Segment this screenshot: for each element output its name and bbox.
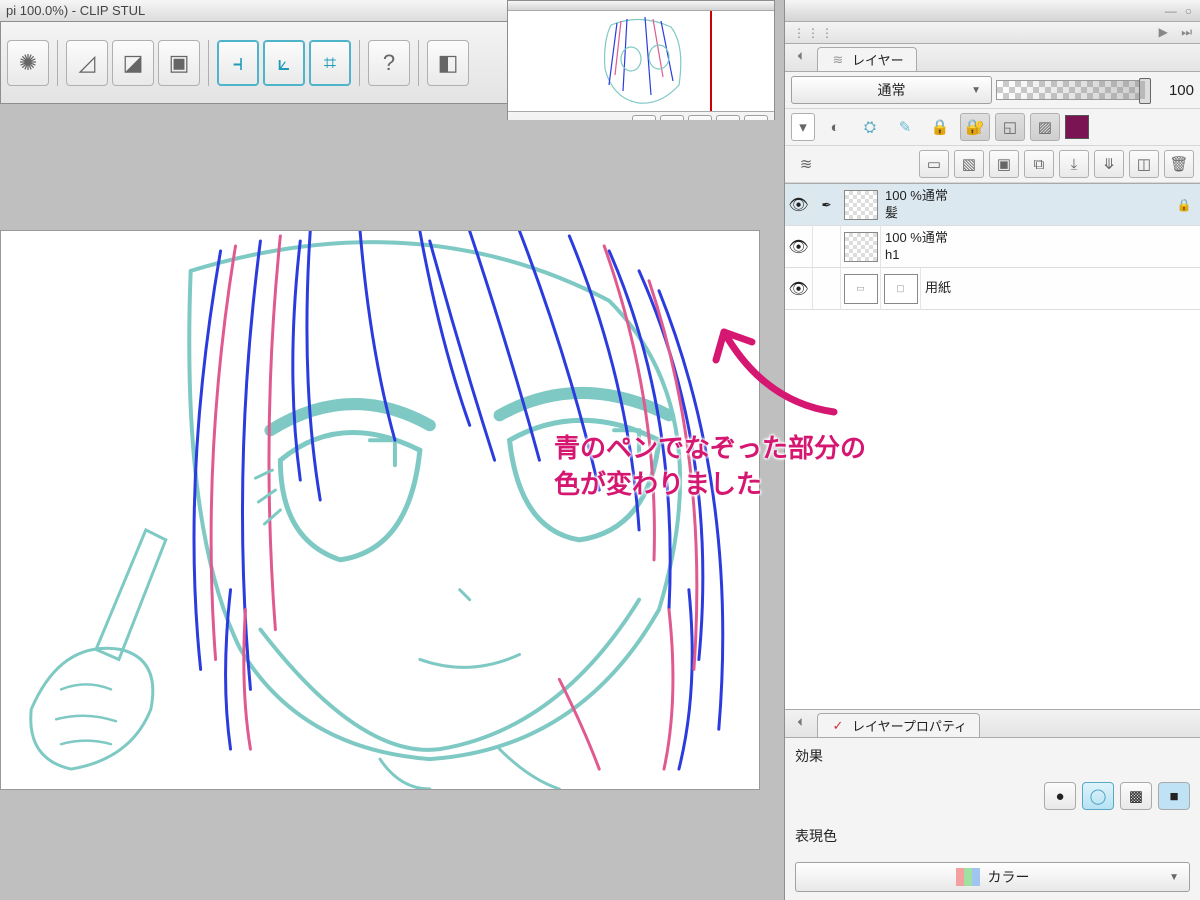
tab-layer-property-label: レイヤープロパティ — [852, 716, 967, 735]
tool-gradient2-icon[interactable]: ◪ — [112, 40, 154, 86]
snap-vertical-icon[interactable]: ⫞ — [217, 40, 259, 86]
ruler-options-icon[interactable]: ▨ — [1030, 113, 1060, 141]
pen-icon: ✒ — [821, 198, 831, 212]
separator — [418, 40, 419, 86]
lock-transparency-icon[interactable]: 🔐 — [960, 113, 990, 141]
grip-dots-icon: ⋮⋮⋮ — [793, 26, 835, 40]
tool-sun-icon[interactable]: ✺ — [7, 40, 49, 86]
blend-mode-select[interactable]: 通常 — [791, 76, 992, 104]
brush-prop-icon: ✓ — [830, 718, 846, 734]
draft-layer-icon[interactable]: ✎ — [890, 113, 920, 141]
tab-layers[interactable]: ≋ レイヤー — [817, 47, 917, 71]
eraser-icon[interactable]: ◧ — [427, 40, 469, 86]
layer-panel: 通常 100 ▾ ◐ ⛭ ✎ 🔒 🔐 ◱ ▨ ≋ ▭ ▧ ▣ ⧉ — [785, 72, 1200, 184]
reference-layer-icon[interactable]: ⛭ — [855, 113, 885, 141]
layer-label: 100 %通常 h1 — [881, 230, 948, 263]
navigator-preview[interactable] — [508, 11, 774, 111]
layer-mask-icon[interactable]: ◐ — [820, 113, 850, 141]
color-expr-label: 表現色 — [785, 818, 1200, 854]
panel-grip[interactable]: ⋮⋮⋮ ▶ ⏭ — [785, 22, 1200, 44]
layer-thumb: ▭ — [844, 274, 878, 304]
effect-section-label: 効果 — [785, 738, 1200, 774]
palette-dropdown-icon[interactable]: ▾ — [791, 113, 815, 141]
window-close-icon[interactable]: ○ — [1185, 4, 1192, 18]
layer-list: 👁 ✒ 100 %通常 髪 🔒 👁 100 %通常 h1 👁 ▭ ▢ 用紙 — [785, 184, 1200, 709]
layer-color-effect-icon[interactable]: ■ — [1158, 782, 1190, 810]
clip-layer-icon[interactable]: ◱ — [995, 113, 1025, 141]
layers-merge-icon[interactable]: ≋ — [791, 150, 821, 178]
scroll-arrow-icon[interactable]: ▶ — [1159, 25, 1168, 39]
snap-grid-icon[interactable]: ⌗ — [309, 40, 351, 86]
folder-in-icon[interactable]: ⧉ — [1024, 150, 1054, 178]
visibility-toggle[interactable]: 👁 — [785, 226, 813, 268]
canvas-area — [0, 120, 784, 900]
eye-icon: 👁 — [788, 237, 808, 257]
navigator-viewport-indicator — [710, 11, 712, 111]
opacity-handle[interactable] — [1139, 78, 1151, 104]
new-folder-icon[interactable]: ▣ — [989, 150, 1019, 178]
new-vector-layer-icon[interactable]: ▧ — [954, 150, 984, 178]
collapse-panel-icon[interactable]: ⏴ — [791, 49, 809, 67]
snap-angle-icon[interactable]: ⟀ — [263, 40, 305, 86]
window-min-icon[interactable]: — — [1165, 4, 1177, 18]
drawing-canvas[interactable] — [0, 230, 760, 790]
layer-property-panel: ⏴ ✓ レイヤープロパティ 効果 ● ◯ ▩ ■ 表現色 カラー — [785, 709, 1200, 900]
eye-icon: 👁 — [788, 279, 808, 299]
layer-label: 用紙 — [921, 280, 951, 296]
layer-label: 100 %通常 髪 — [881, 188, 948, 221]
blend-mode-value: 通常 — [878, 80, 906, 100]
main-toolbar: ✺ ◿ ◪ ▣ ⫞ ⟀ ⌗ ? ◧ — [0, 22, 540, 104]
border-effect-icon[interactable]: ● — [1044, 782, 1076, 810]
layer-color-swatch[interactable] — [1065, 115, 1089, 139]
color-mode-select[interactable]: カラー — [795, 862, 1190, 892]
new-raster-layer-icon[interactable]: ▭ — [919, 150, 949, 178]
edit-target[interactable] — [813, 268, 841, 310]
color-bars-icon — [956, 868, 980, 886]
layer-thumb — [844, 232, 878, 262]
separator — [208, 40, 209, 86]
help-icon[interactable]: ? — [368, 40, 410, 86]
edit-target[interactable] — [813, 226, 841, 268]
app-title: pi 100.0%) - CLIP STUL — [6, 3, 145, 18]
layer-prop-tabs: ⏴ ✓ レイヤープロパティ — [785, 710, 1200, 738]
layers-stack-icon: ≋ — [830, 52, 846, 68]
tab-layer-property[interactable]: ✓ レイヤープロパティ — [817, 713, 980, 737]
visibility-toggle[interactable]: 👁 — [785, 268, 813, 310]
tool-gradient1-icon[interactable]: ◿ — [66, 40, 108, 86]
right-panel-column: — ○ ⋮⋮⋮ ▶ ⏭ ⏴ ≋ レイヤー 通常 100 ▾ ◐ — [784, 0, 1200, 900]
separator — [359, 40, 360, 86]
opacity-slider[interactable] — [996, 80, 1146, 100]
lock-icon[interactable]: 🔒 — [925, 113, 955, 141]
pattern-effect-icon[interactable]: ▩ — [1120, 782, 1152, 810]
tone-effect-icon[interactable]: ◯ — [1082, 782, 1114, 810]
layer-row[interactable]: 👁 ▭ ▢ 用紙 — [785, 268, 1200, 310]
layer-panel-tabs: ⏴ ≋ レイヤー — [785, 44, 1200, 72]
scroll-end-icon[interactable]: ⏭ — [1181, 25, 1192, 39]
transfer-down-icon[interactable]: ⤓ — [1059, 150, 1089, 178]
opacity-value[interactable]: 100 — [1150, 82, 1194, 99]
delete-layer-icon[interactable]: 🗑 — [1164, 150, 1194, 178]
layer-row[interactable]: 👁 ✒ 100 %通常 髪 🔒 — [785, 184, 1200, 226]
eye-icon: 👁 — [788, 195, 808, 215]
layer-thumb — [844, 190, 878, 220]
layer-lock-icon[interactable]: 🔒 — [1174, 195, 1194, 215]
app-titlebar: pi 100.0%) - CLIP STUL — [0, 0, 540, 22]
tab-layers-label: レイヤー — [852, 50, 904, 69]
paper-icon: ▢ — [884, 274, 918, 304]
layer-row[interactable]: 👁 100 %通常 h1 — [785, 226, 1200, 268]
combine-down-icon[interactable]: ⤋ — [1094, 150, 1124, 178]
panel-window-chrome: — ○ — [785, 0, 1200, 22]
color-mode-value: カラー — [988, 867, 1030, 887]
visibility-toggle[interactable]: 👁 — [785, 184, 813, 226]
separator — [57, 40, 58, 86]
navigator-titlebar[interactable] — [508, 1, 774, 11]
mask-apply-icon[interactable]: ◫ — [1129, 150, 1159, 178]
tool-marquee-icon[interactable]: ▣ — [158, 40, 200, 86]
edit-target[interactable]: ✒ — [813, 184, 841, 226]
collapse-prop-icon[interactable]: ⏴ — [791, 715, 809, 733]
